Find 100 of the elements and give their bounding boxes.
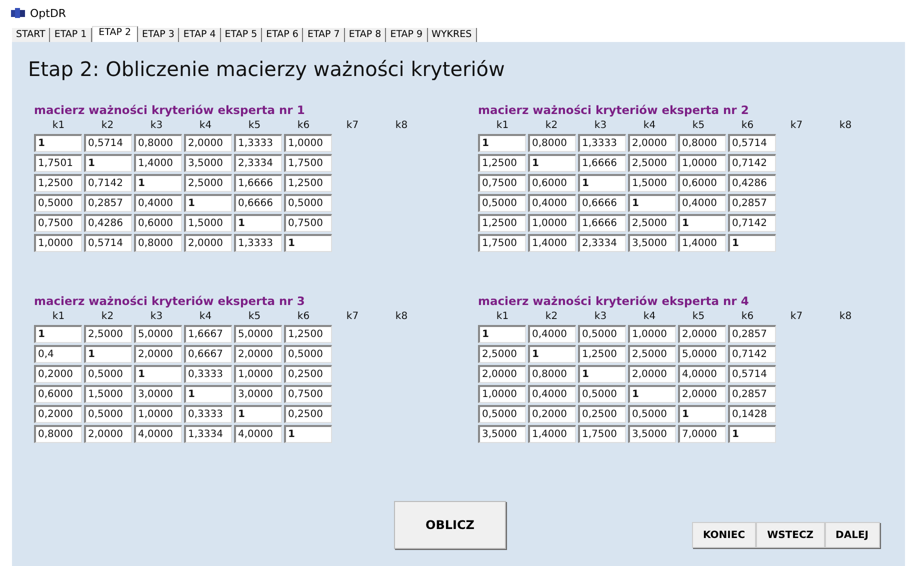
matrix-cell-field[interactable]: 1 <box>528 154 576 172</box>
matrix-cell-field[interactable]: 0,5714 <box>84 234 132 252</box>
matrix-cell-field[interactable]: 0,3333 <box>184 365 232 383</box>
matrix-cell-field[interactable]: 3,0000 <box>234 385 282 403</box>
matrix-cell-field[interactable]: 0,3333 <box>184 405 232 423</box>
matrix-cell-field[interactable]: 0,2857 <box>728 194 776 212</box>
matrix-cell-field[interactable]: 1 <box>84 154 132 172</box>
matrix-cell-field[interactable]: 0,6667 <box>184 345 232 363</box>
matrix-cell-field[interactable]: 1,7500 <box>478 234 526 252</box>
matrix-cell-field[interactable]: 0,4286 <box>84 214 132 232</box>
matrix-cell-field[interactable]: 0,5000 <box>84 405 132 423</box>
matrix-cell-field[interactable]: 3,5000 <box>628 234 676 252</box>
matrix-cell-field[interactable]: 1 <box>628 194 676 212</box>
matrix-cell-field[interactable]: 0,7142 <box>728 154 776 172</box>
matrix-cell-field[interactable]: 2,5000 <box>84 325 132 343</box>
tab[interactable]: ETAP 4 <box>179 28 221 42</box>
matrix-cell-field[interactable]: 2,0000 <box>628 365 676 383</box>
nav-button[interactable]: KONIEC <box>692 522 756 548</box>
matrix-cell-field[interactable]: 1,0000 <box>234 365 282 383</box>
matrix-cell-field[interactable]: 2,5000 <box>628 154 676 172</box>
matrix-cell-field[interactable]: 0,8000 <box>528 134 576 152</box>
matrix-cell-field[interactable]: 1 <box>134 174 182 192</box>
matrix-cell-field[interactable]: 2,0000 <box>628 134 676 152</box>
matrix-cell-field[interactable]: 1 <box>678 405 726 423</box>
matrix-cell-field[interactable]: 1,4000 <box>528 234 576 252</box>
matrix-cell-field[interactable]: 0,5000 <box>478 405 526 423</box>
tab[interactable]: ETAP 6 <box>262 28 304 42</box>
matrix-cell-field[interactable]: 1 <box>528 345 576 363</box>
matrix-cell-field[interactable]: 1,4000 <box>678 234 726 252</box>
matrix-cell-field[interactable]: 0,2857 <box>728 385 776 403</box>
tab[interactable]: WYKRES <box>428 28 477 42</box>
matrix-cell-field[interactable]: 1,0000 <box>628 325 676 343</box>
matrix-cell-field[interactable]: 1,0000 <box>134 405 182 423</box>
matrix-cell-field[interactable]: 0,7500 <box>478 174 526 192</box>
matrix-cell-field[interactable]: 1 <box>728 425 776 443</box>
matrix-cell-field[interactable]: 1,5000 <box>628 174 676 192</box>
matrix-cell-field[interactable]: 2,0000 <box>184 134 232 152</box>
matrix-cell-field[interactable]: 1 <box>578 365 626 383</box>
matrix-cell-field[interactable]: 2,0000 <box>84 425 132 443</box>
matrix-cell-field[interactable]: 1,2500 <box>34 174 82 192</box>
matrix-cell-field[interactable]: 0,7142 <box>728 214 776 232</box>
matrix-cell-field[interactable]: 5,0000 <box>134 325 182 343</box>
matrix-cell-field[interactable]: 1 <box>184 385 232 403</box>
matrix-cell-field[interactable]: 2,0000 <box>134 345 182 363</box>
matrix-cell-field[interactable]: 0,6000 <box>34 385 82 403</box>
matrix-cell-field[interactable]: 2,5000 <box>184 174 232 192</box>
matrix-cell-field[interactable]: 1 <box>628 385 676 403</box>
matrix-cell-field[interactable]: 0,5000 <box>578 385 626 403</box>
matrix-cell-field[interactable]: 1 <box>728 234 776 252</box>
matrix-cell-field[interactable]: 1 <box>284 234 332 252</box>
matrix-cell-field[interactable]: 0,8000 <box>678 134 726 152</box>
matrix-cell-field[interactable]: 0,5000 <box>578 325 626 343</box>
matrix-cell-field[interactable]: 0,7142 <box>84 174 132 192</box>
matrix-cell-field[interactable]: 1 <box>284 425 332 443</box>
matrix-cell-field[interactable]: 1 <box>84 345 132 363</box>
matrix-cell-field[interactable]: 4,0000 <box>234 425 282 443</box>
tab[interactable]: ETAP 9 <box>386 28 428 42</box>
tab[interactable]: ETAP 2 <box>92 26 138 42</box>
matrix-cell-field[interactable]: 0,2500 <box>284 365 332 383</box>
matrix-cell-field[interactable]: 1 <box>234 214 282 232</box>
matrix-cell-field[interactable]: 1,7500 <box>578 425 626 443</box>
matrix-cell-field[interactable]: 0,4000 <box>528 385 576 403</box>
matrix-cell-field[interactable]: 1 <box>134 365 182 383</box>
matrix-cell-field[interactable]: 0,2500 <box>284 405 332 423</box>
matrix-cell-field[interactable]: 4,0000 <box>678 365 726 383</box>
matrix-cell-field[interactable]: 0,6000 <box>678 174 726 192</box>
matrix-cell-field[interactable]: 1,3333 <box>234 234 282 252</box>
matrix-cell-field[interactable]: 0,6000 <box>528 174 576 192</box>
matrix-cell-field[interactable]: 0,5714 <box>728 365 776 383</box>
matrix-cell-field[interactable]: 5,0000 <box>234 325 282 343</box>
matrix-cell-field[interactable]: 1,4000 <box>528 425 576 443</box>
matrix-cell-field[interactable]: 0,2500 <box>578 405 626 423</box>
tab[interactable]: ETAP 5 <box>220 28 262 42</box>
matrix-cell-field[interactable]: 0,5000 <box>284 194 332 212</box>
matrix-cell-field[interactable]: 1,3334 <box>184 425 232 443</box>
matrix-cell-field[interactable]: 1,3333 <box>234 134 282 152</box>
matrix-cell-field[interactable]: 2,5000 <box>478 345 526 363</box>
matrix-cell-field[interactable]: 2,3334 <box>578 234 626 252</box>
matrix-cell-field[interactable]: 1,3333 <box>578 134 626 152</box>
matrix-cell-field[interactable]: 0,7500 <box>34 214 82 232</box>
tab[interactable]: ETAP 8 <box>344 28 386 42</box>
matrix-cell-field[interactable]: 0,8000 <box>134 234 182 252</box>
matrix-cell-field[interactable]: 1,7501 <box>34 154 82 172</box>
matrix-cell-field[interactable]: 2,3334 <box>234 154 282 172</box>
nav-button[interactable]: DALEJ <box>824 522 880 548</box>
matrix-cell-field[interactable]: 3,5000 <box>478 425 526 443</box>
matrix-cell-field[interactable]: 0,2857 <box>728 325 776 343</box>
matrix-cell-field[interactable]: 4,0000 <box>134 425 182 443</box>
matrix-cell-field[interactable]: 0,4000 <box>678 194 726 212</box>
matrix-cell-field[interactable]: 0,4286 <box>728 174 776 192</box>
matrix-cell-field[interactable]: 1 <box>678 214 726 232</box>
matrix-cell-field[interactable]: 1,7500 <box>284 154 332 172</box>
matrix-cell-field[interactable]: 0,2000 <box>528 405 576 423</box>
matrix-cell-field[interactable]: 0,6666 <box>234 194 282 212</box>
matrix-cell-field[interactable]: 0,7142 <box>728 345 776 363</box>
matrix-cell-field[interactable]: 1,5000 <box>84 385 132 403</box>
matrix-cell-field[interactable]: 0,4000 <box>528 194 576 212</box>
matrix-cell-field[interactable]: 2,0000 <box>478 365 526 383</box>
matrix-cell-field[interactable]: 7,0000 <box>678 425 726 443</box>
matrix-cell-field[interactable]: 0,7500 <box>284 214 332 232</box>
